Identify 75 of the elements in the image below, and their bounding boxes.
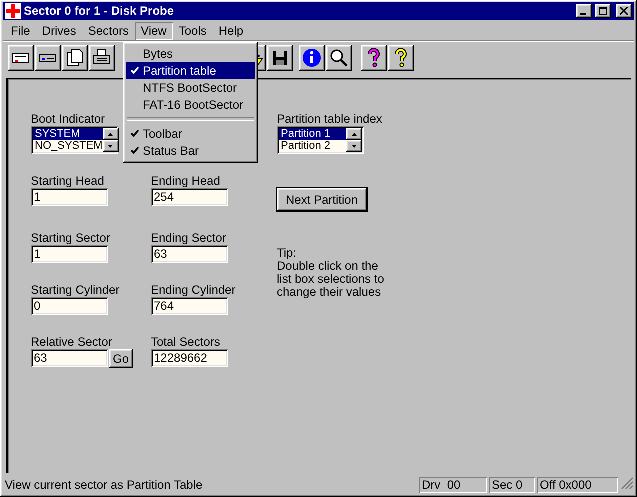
go-button[interactable]: Go [109,349,133,368]
menu-item[interactable]: FAT-16 BootSector [126,96,255,113]
status-panel: Drv 00 [419,476,487,492]
maximize-button[interactable] [595,4,611,18]
menu-item[interactable]: Sectors [82,22,136,40]
input-field[interactable]: 1 [31,188,108,206]
toolbar-button[interactable] [62,45,88,71]
menu-item[interactable]: Tools [172,22,213,40]
listbox[interactable]: SYSTEM NO_SYSTEM [31,126,118,154]
field-label: Starting Head [31,175,106,188]
scroll-up-button[interactable] [102,128,119,140]
up-arrow-icon [352,132,356,136]
list-option[interactable]: Partition 1 [279,128,346,140]
listbox-label: Partition table index [277,113,384,126]
check-icon [130,130,138,137]
list-option[interactable]: SYSTEM [33,128,103,140]
toolbar-button[interactable] [35,45,61,71]
input-field[interactable]: 1 [31,245,108,263]
scroll-up-button[interactable] [346,128,362,140]
toolbar-button[interactable] [361,45,387,71]
check-icon [130,147,138,154]
input-field[interactable]: 254 [151,188,228,206]
menu-item[interactable]: View [135,22,173,40]
cross-icon [5,3,21,19]
tip-title: Tip: [277,247,298,260]
field-label: Relative Sector [31,336,114,349]
menu-item[interactable]: Drives [36,22,82,40]
status-panel: Sec 0 [489,476,535,492]
status-message: View current sector as Partition Table [5,478,204,492]
next-partition-button[interactable]: Next Partition [277,188,367,211]
maximize-icon [599,7,607,15]
window-title: Sector 0 for 1 - Disk Probe [24,4,176,18]
toolbar-button[interactable] [326,45,352,71]
field-label: Ending Sector [151,232,228,245]
status-panel: Off 0x000 [537,476,618,492]
scroll-down-button[interactable] [346,140,362,152]
down-arrow-icon [352,144,356,148]
field-label: Total Sectors [151,336,222,349]
menu-item[interactable]: Help [212,22,250,40]
list-option[interactable]: Partition 2 [279,140,346,152]
menu-item[interactable]: Toolbar [126,125,255,142]
menu-item[interactable]: Partition table [126,62,255,79]
scroll-down-button[interactable] [102,140,119,152]
field-label: Ending Cylinder [151,284,237,297]
field-label: Starting Cylinder [31,284,121,297]
field-label: Starting Sector [31,232,112,245]
up-arrow-icon [108,132,114,136]
menu-item[interactable]: Bytes [126,45,255,62]
pages-icon [65,48,85,68]
minimize-button[interactable] [576,4,592,18]
listbox-label: Boot Indicator [31,113,106,126]
close-icon [620,7,628,15]
menu-item[interactable]: File [5,22,36,40]
input-field[interactable]: 0 [31,297,108,315]
toolbar-button[interactable] [267,45,293,71]
list-option[interactable]: NO_SYSTEM [33,140,103,152]
resize-grip-icon[interactable] [620,476,634,490]
input-field[interactable]: 12289662 [151,349,228,367]
toolbar-button[interactable] [8,45,34,71]
down-arrow-icon [108,144,114,148]
info-icon [302,48,322,68]
toolbar-button[interactable] [388,45,414,71]
toolbar-button[interactable] [89,45,115,71]
tip-text: Double click on the list box selections to change their values [277,260,386,299]
check-icon [130,67,138,74]
search-icon [329,48,349,68]
input-field[interactable]: 63 [31,349,108,367]
toolbar-button[interactable] [299,45,325,71]
menu-item[interactable]: NTFS BootSector [126,79,255,96]
field-label: Ending Head [151,175,222,188]
close-button[interactable] [616,4,632,18]
input-field[interactable]: 764 [151,297,228,315]
listbox[interactable]: Partition 1 Partition 2 [277,126,364,154]
input-field[interactable]: 63 [151,245,228,263]
menu-item[interactable]: Status Bar [126,142,255,159]
